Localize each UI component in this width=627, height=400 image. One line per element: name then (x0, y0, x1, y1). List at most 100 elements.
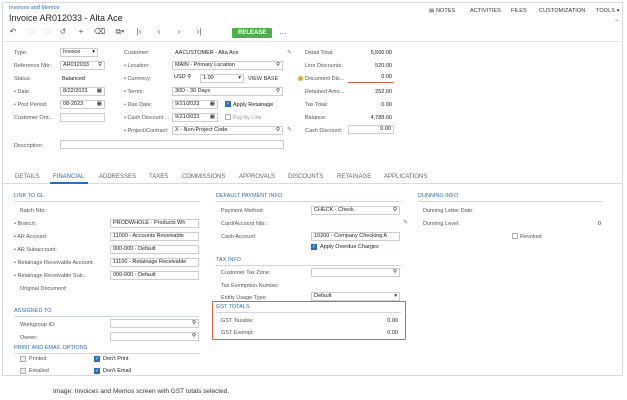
customer-value[interactable]: AACUSTOMER - Alta Ace (175, 50, 238, 56)
files-menu[interactable]: FILES (511, 8, 527, 14)
dunning-info-header: DUNNING INFO (418, 193, 459, 199)
printed-checkbox[interactable] (20, 356, 26, 362)
ar-subaccount-field[interactable]: 000-000 - Default (110, 245, 199, 254)
add-icon[interactable]: + (76, 27, 86, 37)
apply-retainage-checkbox[interactable]: ✓ (225, 101, 231, 107)
description-field[interactable] (60, 140, 284, 149)
cash-discount-date-field[interactable]: 9/21/2023 ▦ (172, 113, 218, 122)
workgroup-field[interactable]: ⚲ (110, 319, 199, 328)
undo-icon[interactable]: ↶ (8, 27, 18, 37)
dont-email-checkbox[interactable]: ✓ (94, 368, 100, 374)
chevron-down-icon: ▾ (238, 75, 241, 81)
search-icon: ⚲ (191, 320, 196, 326)
first-record-icon[interactable]: |‹ (134, 27, 144, 37)
pay-by-line-checkbox[interactable] (225, 114, 231, 120)
dont-print-checkbox[interactable]: ✓ (94, 356, 100, 362)
customization-menu[interactable]: CUSTOMIZATION (539, 8, 585, 14)
customer-order-field[interactable] (60, 113, 105, 122)
edit-icon[interactable]: ✎ (287, 49, 292, 56)
link-to-gl-header: LINK TO GL (14, 193, 45, 199)
currency-field[interactable]: USD ⚲ (172, 74, 200, 83)
collapse-icon[interactable]: ⌃ (614, 19, 619, 26)
type-select[interactable]: Invoice ▾ (60, 48, 98, 57)
search-icon: ⚲ (191, 333, 196, 339)
line-discounts-value: 520.00 (375, 63, 392, 69)
retainage-account-field[interactable]: 11100 - Retainage Receivable (110, 258, 199, 267)
project-field[interactable]: X - Non-Project Code. ⚲ (172, 126, 283, 135)
payment-info-header: DEFAULT PAYMENT INFO (216, 193, 283, 199)
save-icon[interactable]: □ (26, 27, 36, 37)
cash-account-field[interactable]: 10200 - Company Checking A (311, 232, 400, 241)
post-period-field[interactable]: 08-2023 ▦ (60, 100, 105, 109)
terms-label: • Terms: (124, 89, 144, 95)
dunning-level-label: Dunning Level: (423, 221, 460, 227)
search-icon: ⚲ (392, 207, 397, 213)
payment-method-field[interactable]: CHECK - Check ⚲ (311, 206, 400, 215)
date-field[interactable]: 8/22/2023 ▦ (60, 87, 105, 96)
refnbr-field[interactable]: AR012033 ⚲ (60, 61, 105, 70)
release-button[interactable]: RELEASE (232, 28, 273, 38)
tab-discounts[interactable]: DISCOUNTS (288, 174, 323, 180)
location-field[interactable]: MAIN - Primary Location ⚲ (172, 61, 283, 70)
tab-financial[interactable]: FINANCIAL (53, 174, 84, 180)
warning-icon (298, 76, 303, 81)
view-base-button[interactable]: VIEW BASE (248, 76, 278, 82)
tab-addresses[interactable]: ADDRESSES (99, 174, 136, 180)
rate-field[interactable]: 1.00 ▾ (200, 74, 244, 83)
tax-zone-field[interactable]: ⚲ (311, 268, 400, 277)
cancel-icon[interactable]: ↺ (58, 27, 68, 37)
revoked-checkbox[interactable] (512, 233, 518, 239)
due-date-field[interactable]: 9/21/2023 ▦ (172, 100, 218, 109)
retainage-sub-label: • Retainage Receivable Sub.: (14, 273, 86, 279)
retainage-sub-field[interactable]: 000-000 - Default (110, 271, 199, 280)
gst-exempt-value: 0.00 (387, 330, 398, 336)
tab-details[interactable]: DETAILS (15, 174, 40, 180)
app-window: Invoices and Memos Invoice AR012033 - Al… (2, 2, 623, 376)
apply-overdue-checkbox[interactable]: ✓ (311, 244, 317, 250)
tab-approvals[interactable]: APPROVALS (239, 174, 275, 180)
retained-amount-label: Retained Amo... (305, 89, 345, 95)
emailed-label: Emailed (29, 368, 49, 374)
edit-icon[interactable]: ✎ (403, 219, 408, 226)
project-label: • Project/Contract: (124, 128, 169, 134)
card-account-label: Card/Account Nbr.: (221, 221, 268, 227)
tab-applications[interactable]: APPLICATIONS (384, 174, 427, 180)
branch-label: • Branch: (14, 221, 37, 227)
last-record-icon[interactable]: ›| (194, 27, 204, 37)
copy-paste-icon[interactable]: ⧉▾ (111, 27, 129, 37)
tools-menu[interactable]: TOOLS ▾ (596, 8, 620, 14)
prev-record-icon[interactable]: ‹ (154, 27, 164, 37)
activities-menu[interactable]: ACTIVITIES (470, 8, 501, 14)
currency-label: • Currency: (124, 76, 152, 82)
more-actions-button[interactable]: ··· (279, 29, 287, 38)
breadcrumb[interactable]: Invoices and Memos (9, 5, 59, 11)
branch-field[interactable]: PRODWHOLE - Products Wh (110, 219, 199, 228)
calendar-icon: ▦ (96, 88, 102, 94)
printed-label: Printed (29, 356, 47, 362)
owner-field[interactable]: ⚲ (110, 332, 199, 341)
notes-menu[interactable]: ▤ NOTES (429, 8, 455, 14)
dunning-letter-date-label: Dunning Letter Date: (423, 208, 474, 214)
emailed-checkbox[interactable] (20, 368, 26, 374)
document-discount-field[interactable]: 0.00 (348, 74, 394, 83)
print-email-header: PRINT AND EMAIL OPTIONS (14, 345, 88, 351)
save-close-icon[interactable]: □ (42, 27, 52, 37)
tab-commissions[interactable]: COMMISSIONS (182, 174, 225, 180)
retainage-account-label: • Retainage Receivable Account: (14, 260, 94, 266)
original-document-label: Original Document: (20, 286, 68, 292)
gst-taxable-label: GST Taxable: (221, 318, 255, 324)
ar-account-field[interactable]: 11000 - Accounts Receivable (110, 232, 199, 241)
delete-icon[interactable]: ⌫ (94, 27, 105, 37)
next-record-icon[interactable]: › (174, 27, 184, 37)
chevron-down-icon: ▾ (92, 49, 95, 55)
dont-email-label: Don't Email (103, 368, 131, 374)
balance-label: Balance: (305, 115, 327, 121)
detail-total-label: Detail Total: (305, 50, 334, 56)
tab-taxes[interactable]: TAXES (149, 174, 168, 180)
entity-usage-select[interactable]: Default ▾ (311, 292, 400, 301)
edit-icon[interactable]: ✎ (287, 126, 292, 133)
tab-retainage[interactable]: RETAINAGE (337, 174, 371, 180)
batch-nbr-label: Batch Nbr.: (20, 208, 48, 214)
cash-discount-field[interactable]: 0.00 (348, 125, 394, 134)
terms-field[interactable]: 30D - 30 Days ⚲ (172, 87, 283, 96)
